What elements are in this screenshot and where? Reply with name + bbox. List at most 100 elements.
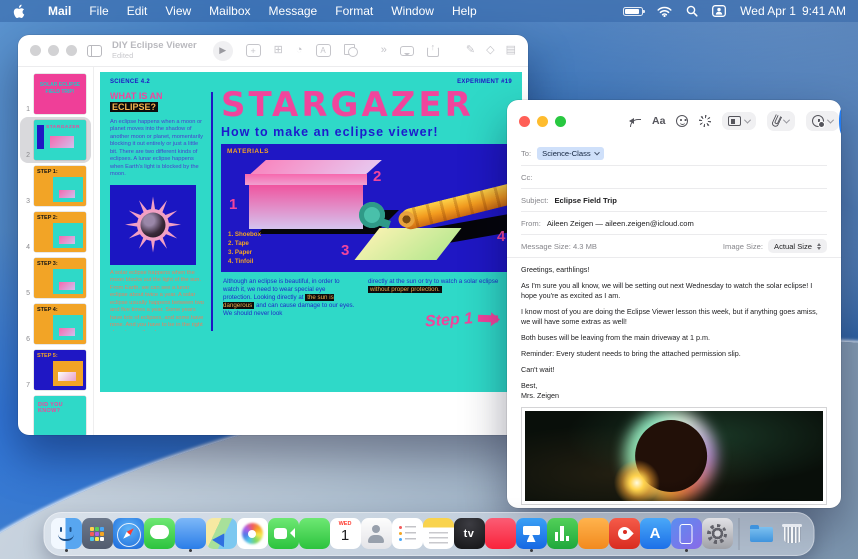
sun-illustration-box[interactable] bbox=[110, 185, 196, 265]
dock-app[interactable] bbox=[703, 517, 732, 551]
dock-app[interactable] bbox=[145, 517, 174, 551]
menu-item[interactable]: Edit bbox=[118, 0, 157, 22]
user-switch-menu[interactable] bbox=[712, 5, 726, 17]
shape-icon[interactable] bbox=[344, 44, 358, 57]
minimize-button[interactable] bbox=[537, 116, 548, 127]
undo-icon[interactable] bbox=[630, 119, 641, 127]
dock-app[interactable]: Wed 1 bbox=[331, 517, 360, 551]
slide-thumbnail-preview[interactable]: STEP 1: bbox=[34, 166, 86, 206]
slide-thumbnail[interactable]: 3 STEP 1: bbox=[20, 163, 91, 209]
animate-icon[interactable]: ◇ bbox=[486, 45, 494, 56]
dock-app[interactable] bbox=[114, 517, 143, 551]
share-icon[interactable] bbox=[427, 45, 439, 57]
dock-app[interactable] bbox=[548, 517, 577, 551]
menu-item[interactable]: Format bbox=[326, 0, 382, 22]
zoom-button[interactable] bbox=[66, 45, 77, 56]
table-icon[interactable]: ⊞ bbox=[274, 45, 283, 56]
dock-app[interactable] bbox=[52, 517, 81, 551]
photo-browser-button[interactable] bbox=[722, 112, 756, 130]
dock-app[interactable] bbox=[362, 517, 391, 551]
slide-thumbnail-preview[interactable]: DID YOU KNOW? bbox=[34, 396, 86, 435]
dock-app[interactable] bbox=[486, 517, 515, 551]
text-icon[interactable]: A bbox=[316, 44, 331, 57]
materials-box[interactable]: MATERIALS 1234 bbox=[221, 144, 512, 272]
slide-thumbnail[interactable]: 5 STEP 3: bbox=[20, 255, 91, 301]
dock-app[interactable] bbox=[176, 517, 205, 551]
zoom-button[interactable] bbox=[555, 116, 566, 127]
menu-item[interactable]: Mailbox bbox=[200, 0, 259, 22]
menu-item[interactable]: View bbox=[156, 0, 200, 22]
chart-icon[interactable]: ◔ bbox=[296, 45, 303, 56]
attachment-frame[interactable] bbox=[521, 407, 827, 505]
slide-right-column[interactable]: STARGAZER How to make an eclipse viewer!… bbox=[221, 88, 512, 331]
cc-field[interactable]: Cc: bbox=[521, 165, 827, 188]
apple-menu[interactable] bbox=[12, 4, 25, 19]
attach-button[interactable] bbox=[767, 111, 795, 131]
dock-app[interactable] bbox=[269, 517, 298, 551]
dock-app[interactable] bbox=[238, 517, 267, 551]
menu-item[interactable]: Help bbox=[443, 0, 486, 22]
send-button[interactable]: ↑ bbox=[839, 107, 841, 135]
slide-thumbnail[interactable]: 1 SOLAR ECLIPSE FIELD TRIP! bbox=[20, 71, 91, 117]
dock-app[interactable] bbox=[455, 517, 484, 551]
subject-field[interactable]: Subject: Eclipse Field Trip bbox=[521, 188, 827, 211]
minimize-button[interactable] bbox=[48, 45, 59, 56]
recipient-token[interactable]: Science-Class bbox=[537, 147, 604, 160]
dock-app[interactable] bbox=[207, 517, 236, 551]
slide-thumbnail-preview[interactable]: STEP 2: bbox=[34, 212, 86, 252]
play-button[interactable]: ▶ bbox=[213, 41, 233, 61]
dock-app[interactable] bbox=[393, 517, 422, 551]
format-button[interactable]: Aa bbox=[652, 115, 665, 127]
spotlight-search[interactable] bbox=[686, 5, 698, 17]
battery-status[interactable] bbox=[623, 7, 643, 16]
slide-thumbnail-preview[interactable]: SOLAR ECLIPSE FIELD TRIP! bbox=[34, 74, 86, 114]
menu-item-app[interactable]: Mail bbox=[39, 0, 80, 22]
slide-thumbnail-preview[interactable]: STEP 5: bbox=[34, 350, 86, 390]
menu-item[interactable]: Window bbox=[382, 0, 443, 22]
close-button[interactable] bbox=[519, 116, 530, 127]
slide-canvas[interactable]: SCIENCE 4.2 EXPERIMENT #19 WHAT IS AN EC… bbox=[94, 67, 528, 435]
slide-thumbnail[interactable]: 4 STEP 2: bbox=[20, 209, 91, 255]
markup-icon[interactable] bbox=[699, 115, 711, 127]
window-controls[interactable] bbox=[519, 116, 566, 127]
wifi-status[interactable] bbox=[657, 6, 672, 17]
slide-thumbnail[interactable]: 7 STEP 5: bbox=[20, 347, 91, 393]
dock-app[interactable] bbox=[579, 517, 608, 551]
dock-app[interactable] bbox=[424, 517, 453, 551]
slide-thumbnail-preview[interactable]: STEP 3: bbox=[34, 258, 86, 298]
comment-icon[interactable] bbox=[400, 46, 414, 56]
to-field[interactable]: To: Science-Class bbox=[521, 142, 827, 165]
slide-left-column[interactable]: WHAT IS AN ECLIPSE? An eclipse happens w… bbox=[110, 88, 205, 331]
dock-app[interactable] bbox=[778, 517, 807, 551]
slide-thumbnail-preview[interactable]: STARGAZER bbox=[34, 120, 86, 160]
keynote-window[interactable]: DIY Eclipse Viewer Edited ▶ + ⊞ ◔ A » ✎ … bbox=[18, 35, 528, 435]
step-one-callout[interactable]: Step 1 bbox=[424, 308, 498, 331]
slide-editor[interactable]: SCIENCE 4.2 EXPERIMENT #19 WHAT IS AN EC… bbox=[100, 72, 522, 392]
slide-subtitle[interactable]: How to make an eclipse viewer! bbox=[221, 125, 512, 139]
dock-app[interactable] bbox=[610, 517, 639, 551]
add-slide-button[interactable]: + bbox=[246, 44, 261, 57]
slide-thumbnail[interactable]: 6 STEP 4: bbox=[20, 301, 91, 347]
slide-thumbnail[interactable]: DID YOU KNOW? bbox=[20, 393, 91, 435]
dock-app[interactable] bbox=[300, 517, 329, 551]
document-icon[interactable]: ▤ bbox=[506, 45, 516, 56]
dock-app[interactable] bbox=[672, 517, 701, 551]
dock-app[interactable] bbox=[517, 517, 546, 551]
from-field[interactable]: From: Aileen Zeigen — aileen.zeigen@iclo… bbox=[521, 211, 827, 234]
slide-thumbnail[interactable]: 2 STARGAZER bbox=[20, 117, 91, 163]
slide-title[interactable]: STARGAZER bbox=[221, 88, 512, 122]
message-body-editor[interactable]: Greetings, earthlings!As I'm sure you al… bbox=[507, 257, 841, 401]
menu-item[interactable]: File bbox=[80, 0, 117, 22]
menu-item[interactable]: Message bbox=[260, 0, 327, 22]
dock-app[interactable] bbox=[747, 517, 776, 551]
window-controls[interactable] bbox=[30, 45, 77, 56]
format-brush-icon[interactable]: ✎ bbox=[466, 45, 475, 56]
eclipse-photo[interactable] bbox=[525, 411, 823, 501]
slide-navigator[interactable]: 1 SOLAR ECLIPSE FIELD TRIP! 2 STARGAZER … bbox=[18, 67, 94, 435]
mail-compose-window[interactable]: Aa ↑ To: Science-Class Cc: Subject: Ecli… bbox=[507, 100, 841, 508]
send-later-button[interactable] bbox=[806, 111, 839, 131]
dock-app[interactable] bbox=[641, 517, 670, 551]
more-icon[interactable]: » bbox=[381, 45, 387, 56]
close-button[interactable] bbox=[30, 45, 41, 56]
emoji-icon[interactable] bbox=[676, 115, 688, 127]
